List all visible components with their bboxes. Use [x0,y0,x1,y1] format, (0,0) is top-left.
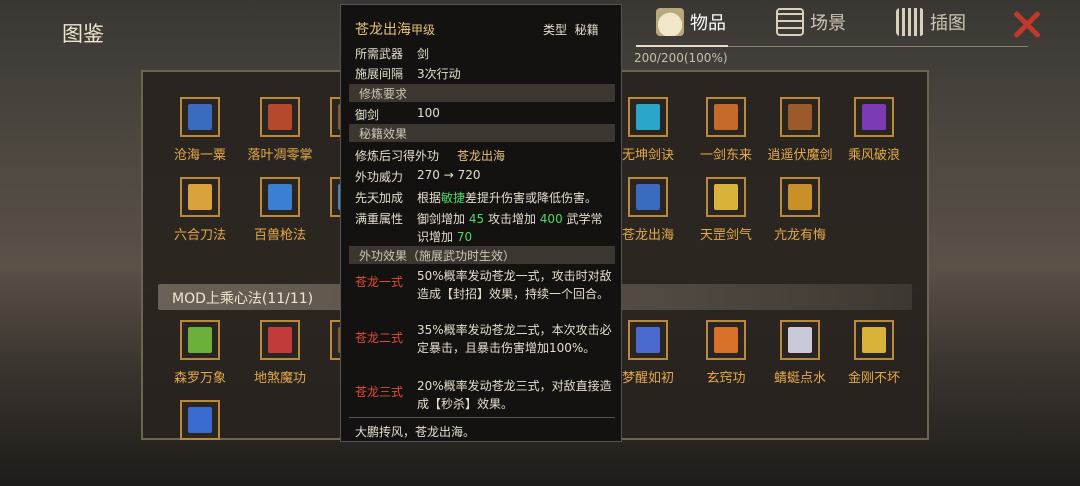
item-label: 金刚不坏 [847,371,900,386]
book-icon [788,327,812,353]
item-slot [706,97,746,137]
item-label: 一剑东来 [699,148,752,163]
flavor-quote: 大鹏抟风，苍龙出海。 [355,425,476,439]
full-attr-row: 满重属性 御剑增加 45 攻击增加 400 武学常 [355,212,603,226]
item-slot [628,97,668,137]
bag-icon [656,8,684,36]
grid_top-item-7[interactable]: 六合刀法 [160,177,240,243]
item-grade: 甲级 [411,23,436,37]
item-label: 亢龙有悔 [773,228,826,243]
book-icon [788,104,812,130]
grid_top-item-1[interactable]: 落叶凋零掌 [240,97,320,163]
grid_bottom-item-4[interactable]: 玄窍功 [686,320,766,386]
item-tooltip: 苍龙出海甲级 类型 秘籍 所需武器 剑 施展间隔 3次行动 修炼要求 御剑 10… [340,4,622,442]
item-slot [260,177,300,217]
item-slot [780,320,820,360]
move-2-name: 苍龙二式 [355,331,404,345]
tooltip-divider [349,417,615,418]
practice-req-header: 修炼要求 [349,84,615,102]
item-label: 天罡剑气 [699,228,752,243]
power-row: 外功威力 270 → 720 [355,168,481,184]
move-3-name: 苍龙三式 [355,385,404,399]
item-slot [854,320,894,360]
book-icon [714,327,738,353]
page-title: 图鉴 [62,22,104,46]
tab-scenes[interactable]: 场景 [776,8,846,36]
item-slot [706,320,746,360]
innate-row: 先天加成 根据敏捷差提升伤害或降低伤害。 [355,191,598,205]
book-icon [188,407,212,433]
move-3-desc: 20%概率发动苍龙三式，对敌直接造成【秒杀】效果。 [417,379,612,411]
close-button[interactable] [1008,6,1044,42]
move-1-name: 苍龙一式 [355,275,404,289]
grid_top-item-0[interactable]: 沧海一粟 [160,97,240,163]
learn-row: 修炼后习得外功 苍龙出海 [355,149,506,163]
grid_bottom-item-0[interactable]: 森罗万象 [160,320,240,386]
scroll-icon [896,8,924,36]
book-icon [862,104,886,130]
item-label: 地煞魔功 [253,371,306,386]
external-effect-header: 外功效果（施展武功时生效） [349,246,615,264]
book-icon [636,184,660,210]
req-skill-row: 御剑 100 [355,106,440,122]
move-2-desc: 35%概率发动苍龙二式，本次攻击必定暴击，且暴击伤害增加100%。 [417,323,612,355]
item-slot [260,97,300,137]
book-icon [268,104,292,130]
grid_bottom-item-7[interactable] [160,400,240,447]
item-label: 逍遥伏魔剑 [767,148,833,163]
book-icon [268,327,292,353]
grid_top-item-5[interactable]: 逍遥伏魔剑 [760,97,840,163]
item-label: 蜻蜓点水 [773,371,826,386]
grid_bottom-item-1[interactable]: 地煞魔功 [240,320,320,386]
grid_top-item-6[interactable]: 乘风破浪 [834,97,914,163]
item-slot [180,320,220,360]
grid_bottom-item-5[interactable]: 蜻蜓点水 [760,320,840,386]
item-slot [180,400,220,440]
book-icon [268,184,292,210]
book-icon [636,104,660,130]
active-tab-indicator [636,45,728,47]
book-icon [862,327,886,353]
tooltip-item-name: 苍龙出海甲级 [355,22,436,38]
effect-header: 秘籍效果 [349,124,615,142]
item-slot [180,97,220,137]
item-slot [854,97,894,137]
weapon-row: 所需武器 剑 [355,47,430,61]
item-slot [628,320,668,360]
book-icon [788,184,812,210]
grid_top-item-8[interactable]: 百兽枪法 [240,177,320,243]
item-slot [780,97,820,137]
tab-illustrations[interactable]: 插图 [896,8,966,36]
move-1-desc: 50%概率发动苍龙一式，攻击时对敌造成【封招】效果，持续一个回合。 [417,269,612,301]
grid_top-item-12[interactable]: 亢龙有悔 [760,177,840,243]
item-label: 森罗万象 [173,371,226,386]
item-label: 六合刀法 [173,228,226,243]
grid_top-item-11[interactable]: 天罡剑气 [686,177,766,243]
grid_top-item-4[interactable]: 一剑东来 [686,97,766,163]
grid_bottom-item-6[interactable]: 金刚不坏 [834,320,914,386]
item-slot [706,177,746,217]
item-label: 玄窍功 [706,371,746,386]
item-slot [180,177,220,217]
item-label: 乘风破浪 [847,148,900,163]
item-label: 落叶凋零掌 [247,148,313,163]
item-type: 类型 秘籍 [543,23,599,37]
book-icon [714,184,738,210]
item-label: 百兽枪法 [253,228,306,243]
building-icon [776,8,804,36]
item-slot [260,320,300,360]
item-label: 沧海一粟 [173,148,226,163]
interval-row: 施展间隔 3次行动 [355,67,461,81]
book-icon [714,104,738,130]
tab-items[interactable]: 物品 [656,8,726,36]
item-slot [780,177,820,217]
book-icon [188,184,212,210]
collection-progress: 200/200(100%) [634,51,728,65]
item-slot [628,177,668,217]
book-icon [636,327,660,353]
book-icon [188,327,212,353]
book-icon [188,104,212,130]
